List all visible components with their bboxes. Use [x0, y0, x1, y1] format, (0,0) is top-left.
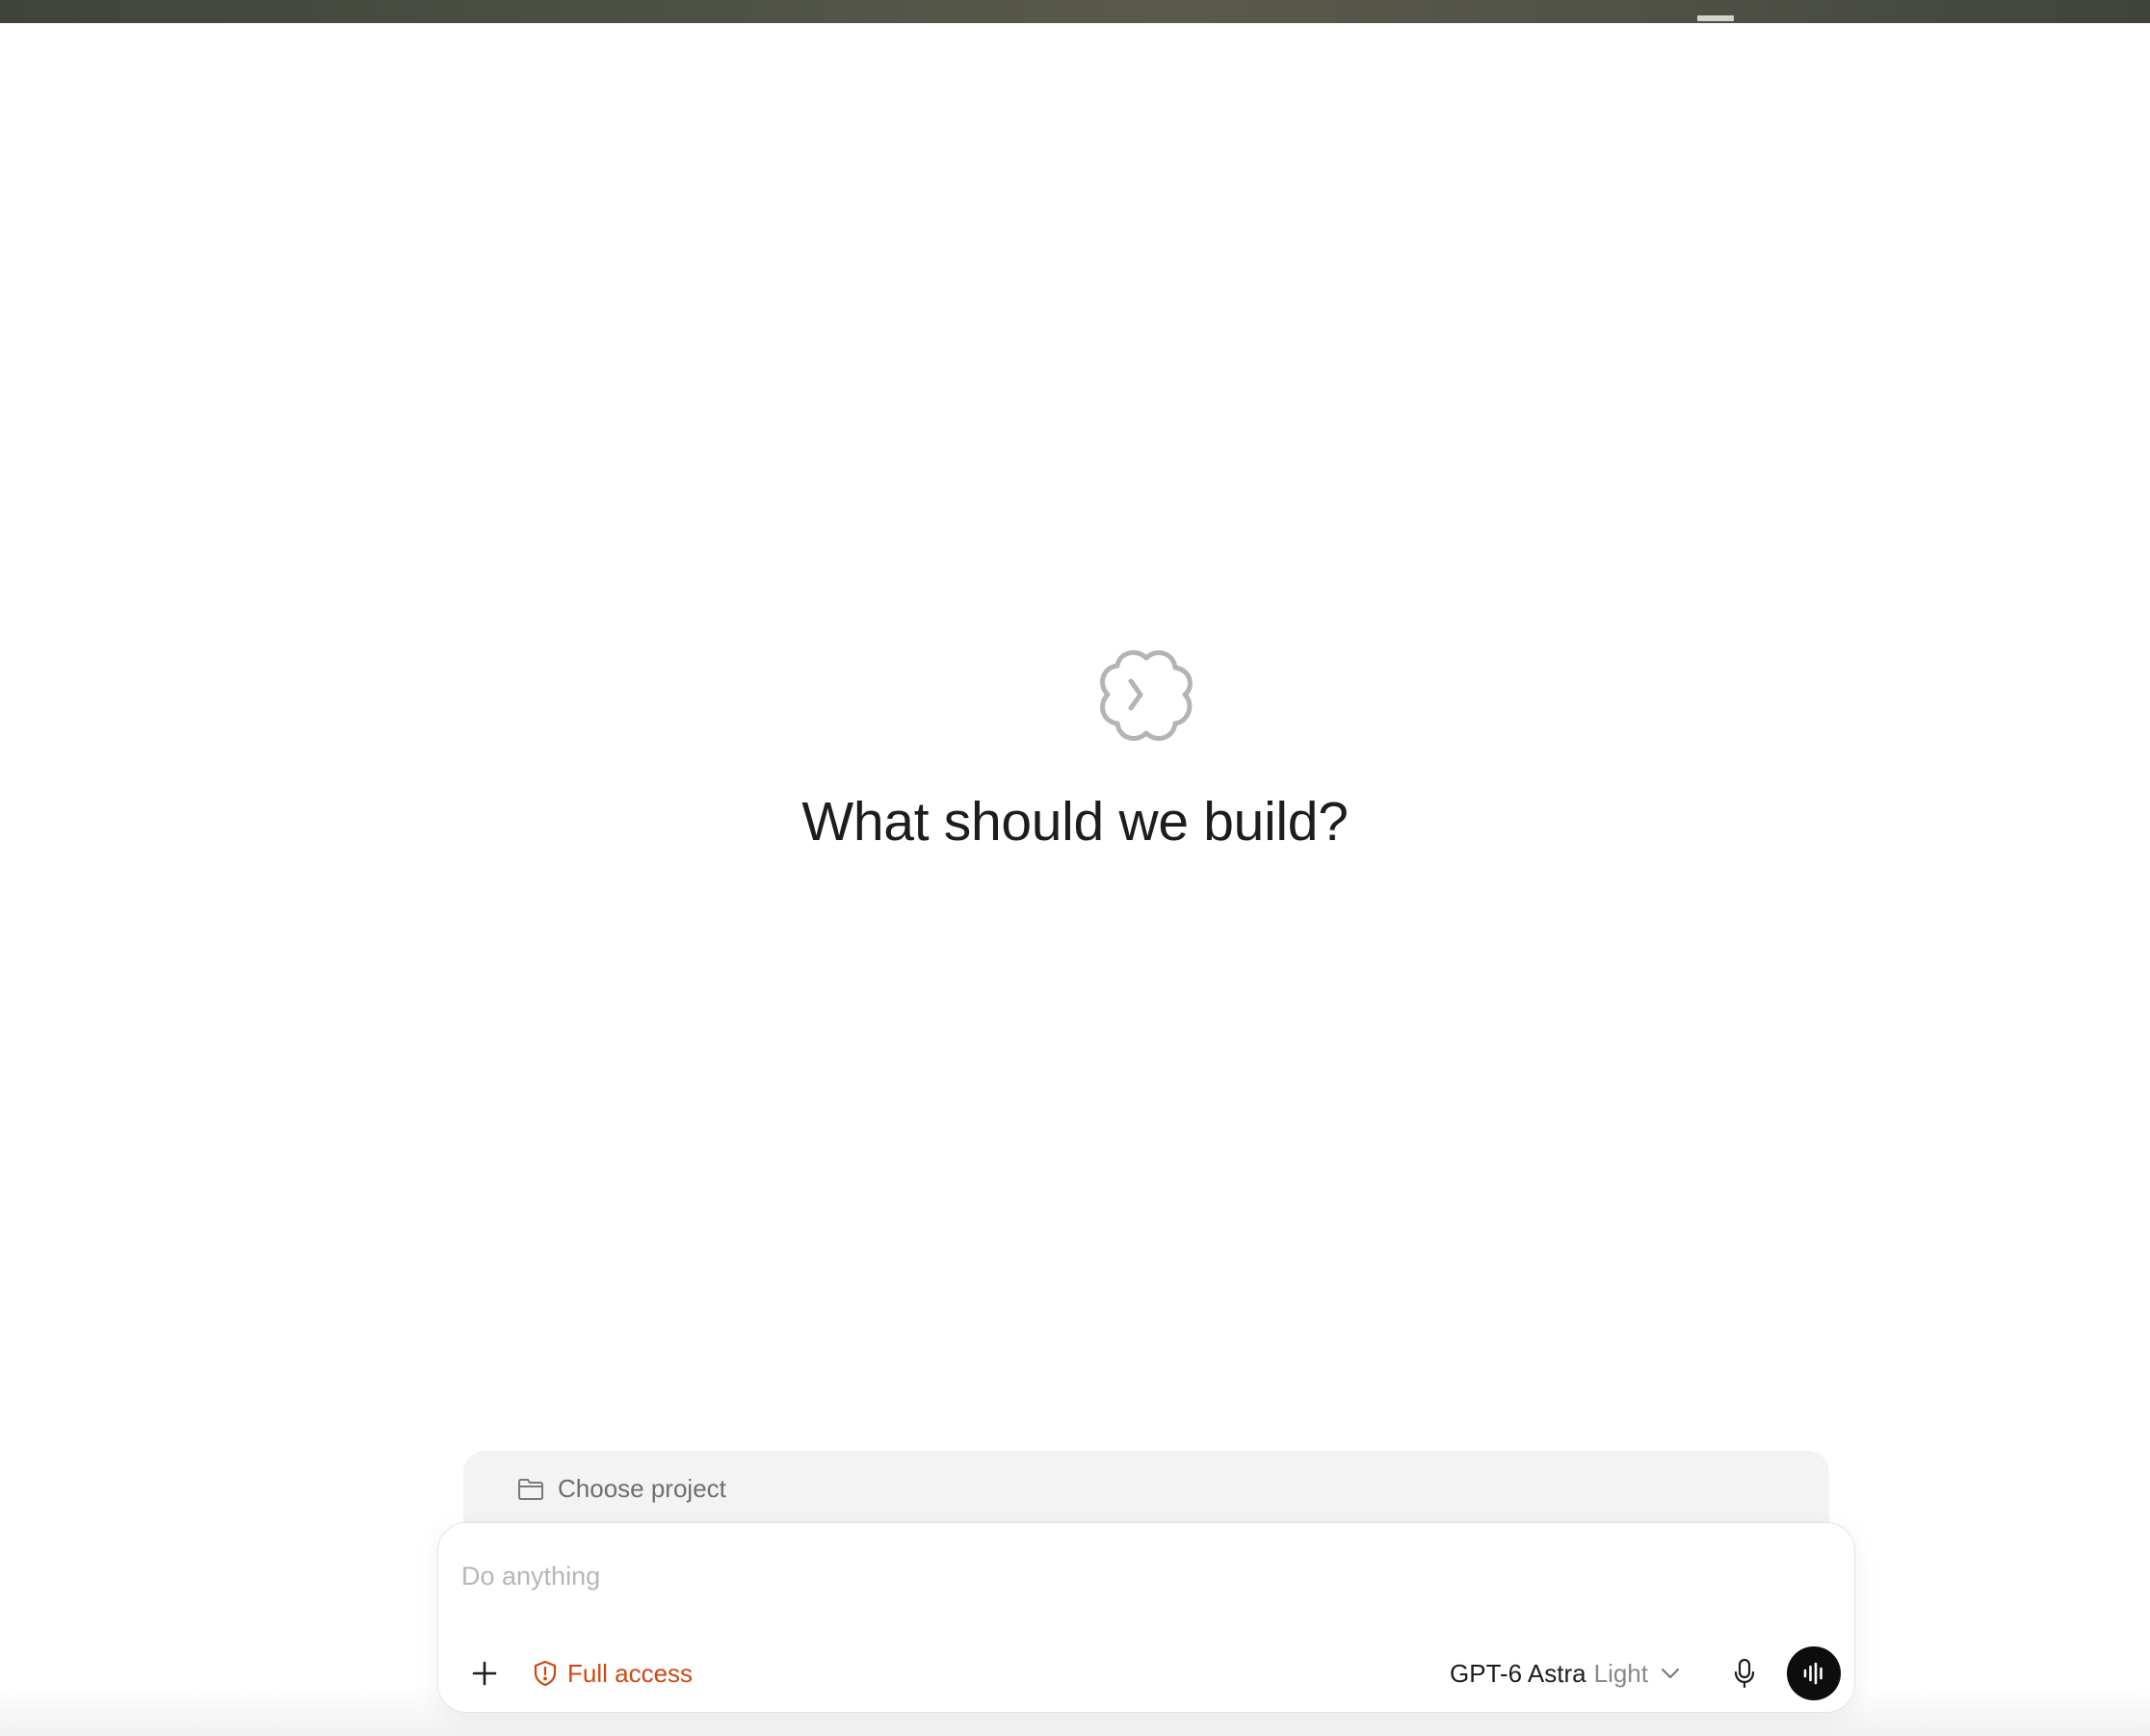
full-access-label: Full access — [567, 1658, 694, 1688]
chevron-down-icon — [1661, 1668, 1680, 1679]
model-name: GPT-6 Astra — [1450, 1658, 1586, 1688]
window-top-strip — [0, 0, 2150, 24]
add-attachment-button[interactable] — [465, 1654, 504, 1693]
model-mode: Light — [1593, 1658, 1648, 1688]
prompt-composer: Full access GPT-6 Astra Light — [437, 1522, 1855, 1713]
app-logo-icon — [1096, 644, 1196, 745]
composer-area: Choose project Full access GPT-6 Astra L… — [435, 1449, 1857, 1715]
full-access-button[interactable]: Full access — [533, 1656, 693, 1691]
voice-mode-button[interactable] — [1787, 1646, 1841, 1700]
prompt-input[interactable] — [461, 1562, 1714, 1591]
model-selector[interactable]: GPT-6 Astra Light — [1450, 1656, 1681, 1691]
folder-icon — [517, 1478, 544, 1501]
menubar-fragment — [1697, 15, 1734, 21]
plus-icon — [472, 1661, 497, 1686]
page-title: What should we build? — [801, 791, 1349, 853]
voice-waveform-icon — [1803, 1662, 1822, 1685]
microphone-button[interactable] — [1725, 1654, 1764, 1693]
microphone-icon — [1734, 1658, 1755, 1689]
shield-alert-icon — [534, 1660, 557, 1687]
choose-project-label: Choose project — [558, 1474, 726, 1503]
